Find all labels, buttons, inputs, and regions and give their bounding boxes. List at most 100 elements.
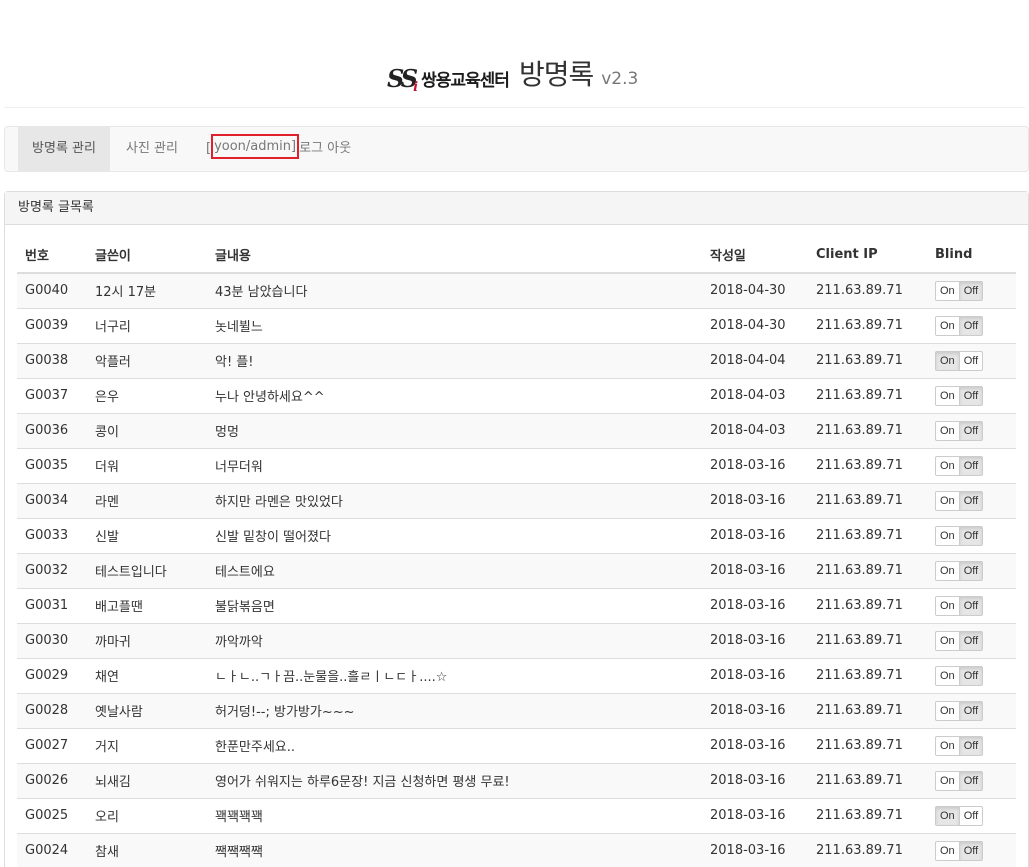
table-row: G0027 거지 한푼만주세요.. 2018-03-16 211.63.89.71 On O… — [17, 727, 1016, 763]
row-blind: On Off — [927, 797, 1016, 833]
blind-on-button[interactable]: On — [936, 281, 960, 300]
row-ip: 211.63.89.71 — [808, 272, 927, 308]
row-ip: 211.63.89.71 — [808, 832, 927, 867]
blind-on-button[interactable]: On — [936, 736, 960, 755]
row-content: 영어가 쉬워지는 하루6문장! 지금 신청하면 평생 무료! — [207, 762, 702, 798]
blind-on-button[interactable]: On — [936, 596, 960, 615]
row-blind: On Off — [927, 552, 1016, 588]
row-writer: 악플러 — [87, 342, 207, 378]
row-no: G0025 — [17, 797, 87, 833]
row-no: G0028 — [17, 692, 87, 728]
row-writer: 콩이 — [87, 412, 207, 448]
blind-off-button[interactable]: Off — [959, 771, 983, 790]
row-ip: 211.63.89.71 — [808, 692, 927, 728]
blind-on-button[interactable]: On — [936, 351, 960, 370]
row-ip: 211.63.89.71 — [808, 762, 927, 798]
blind-off-button[interactable]: Off — [959, 841, 983, 860]
table-row: G0040 12시 17분 43분 남았습니다 2018-04-30 211.63.89… — [17, 272, 1016, 308]
row-ip: 211.63.89.71 — [808, 377, 927, 413]
blind-on-button[interactable]: On — [936, 701, 960, 720]
table-row: G0032 테스트입니다 테스트에요 2018-03-16 211.63.89.71 On… — [17, 552, 1016, 588]
blind-toggle: On Off — [935, 630, 984, 651]
row-content: 하지만 라멘은 맛있었다 — [207, 482, 702, 518]
blind-toggle: On Off — [935, 490, 984, 511]
header-content: 글내용 — [207, 237, 702, 274]
blind-off-button[interactable]: Off — [959, 421, 983, 440]
row-date: 2018-03-16 — [702, 587, 808, 623]
header-date: 작성일 — [702, 237, 808, 274]
nav-guestbook-manage[interactable]: 방명록 관리 — [18, 127, 110, 171]
user-id-highlight: yoon/admin] — [211, 134, 300, 159]
row-ip: 211.63.89.71 — [808, 447, 927, 483]
blind-on-button[interactable]: On — [936, 526, 960, 545]
blind-off-button[interactable]: Off — [959, 316, 983, 335]
row-no: G0030 — [17, 622, 87, 658]
blind-toggle: On Off — [935, 315, 984, 336]
blind-off-button[interactable]: Off — [959, 491, 983, 510]
blind-on-button[interactable]: On — [936, 421, 960, 440]
blind-off-button[interactable]: Off — [959, 631, 983, 650]
blind-on-button[interactable]: On — [936, 806, 960, 825]
row-content: 43분 남았습니다 — [207, 272, 702, 308]
table-row: G0025 오리 꽥꽥꽥꽥 2018-03-16 211.63.89.71 On Off — [17, 797, 1016, 833]
table-row: G0030 까마귀 까악까악 2018-03-16 211.63.89.71 On Off — [17, 622, 1016, 658]
table-row: G0026 뇌새김 영어가 쉬워지는 하루6문장! 지금 신청하면 평생 무료! 20… — [17, 762, 1016, 798]
blind-on-button[interactable]: On — [936, 841, 960, 860]
blind-off-button[interactable]: Off — [959, 281, 983, 300]
row-blind: On Off — [927, 517, 1016, 553]
blind-off-button[interactable]: Off — [959, 386, 983, 405]
row-content: 악! 플! — [207, 342, 702, 378]
blind-off-button[interactable]: Off — [959, 561, 983, 580]
ssangyong-logo[interactable]: SSi 쌍용교육센터 — [387, 64, 510, 95]
row-writer: 까마귀 — [87, 622, 207, 658]
nav-logout[interactable]: [yoon/admin] 로그 아웃 — [206, 127, 351, 171]
blind-on-button[interactable]: On — [936, 491, 960, 510]
blind-off-button[interactable]: Off — [959, 596, 983, 615]
blind-toggle: On Off — [935, 350, 984, 371]
row-content: 허거덩!--; 방가방가~~~ — [207, 692, 702, 728]
row-no: G0032 — [17, 552, 87, 588]
row-no: G0038 — [17, 342, 87, 378]
blind-on-button[interactable]: On — [936, 771, 960, 790]
logo-text: 쌍용교육센터 — [421, 70, 510, 91]
row-date: 2018-04-03 — [702, 377, 808, 413]
row-content: 한푼만주세요.. — [207, 727, 702, 763]
blind-off-button[interactable]: Off — [959, 526, 983, 545]
row-date: 2018-04-30 — [702, 307, 808, 343]
blind-toggle: On Off — [935, 805, 984, 826]
blind-off-button[interactable]: Off — [959, 736, 983, 755]
nav-photo-manage[interactable]: 사진 관리 — [110, 127, 194, 171]
row-writer: 테스트입니다 — [87, 552, 207, 588]
blind-on-button[interactable]: On — [936, 386, 960, 405]
row-date: 2018-03-16 — [702, 482, 808, 518]
table-row: G0031 배고플땐 불닭볶음면 2018-03-16 211.63.89.71 On Of… — [17, 587, 1016, 623]
blind-off-button[interactable]: Off — [959, 701, 983, 720]
user-id: yoon/admin] — [214, 139, 297, 154]
blind-off-button[interactable]: Off — [959, 456, 983, 475]
row-ip: 211.63.89.71 — [808, 657, 927, 693]
blind-off-button[interactable]: Off — [960, 352, 982, 370]
row-content: 놋네뷜느 — [207, 307, 702, 343]
blind-on-button[interactable]: On — [936, 456, 960, 475]
blind-on-button[interactable]: On — [936, 316, 960, 335]
row-ip: 211.63.89.71 — [808, 727, 927, 763]
header-no: 번호 — [17, 237, 87, 274]
blind-toggle: On Off — [935, 455, 984, 476]
blind-toggle: On Off — [935, 595, 984, 616]
row-blind: On Off — [927, 832, 1016, 867]
blind-on-button[interactable]: On — [936, 631, 960, 650]
top-nav: 방명록 관리 사진 관리 [yoon/admin] 로그 아웃 — [4, 126, 1029, 172]
blind-toggle: On Off — [935, 385, 984, 406]
blind-off-button[interactable]: Off — [959, 666, 983, 685]
blind-off-button[interactable]: Off — [960, 807, 982, 825]
blind-on-button[interactable]: On — [936, 666, 960, 685]
blind-on-button[interactable]: On — [936, 561, 960, 580]
blind-toggle: On Off — [935, 700, 984, 721]
blind-toggle: On Off — [935, 770, 984, 791]
row-content: 불닭볶음면 — [207, 587, 702, 623]
row-content: 누나 안녕하세요^^ — [207, 377, 702, 413]
row-blind: On Off — [927, 727, 1016, 763]
blind-toggle: On Off — [935, 560, 984, 581]
row-date: 2018-03-16 — [702, 832, 808, 867]
row-ip: 211.63.89.71 — [808, 412, 927, 448]
